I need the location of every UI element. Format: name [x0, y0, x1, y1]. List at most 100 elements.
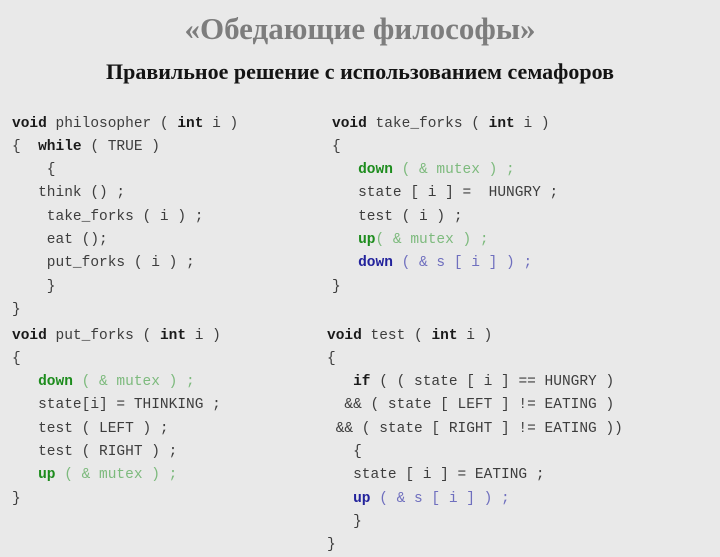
code-token: [332, 232, 358, 248]
code-token: up: [38, 467, 55, 483]
code-token: {: [12, 351, 21, 367]
code-token: take_forks (: [367, 116, 489, 132]
code-line: up ( & mutex ) ;: [12, 464, 221, 487]
code-line: && ( state [ LEFT ] != EATING ): [327, 394, 623, 417]
code-line: }: [327, 511, 623, 534]
code-line: test ( i ) ;: [332, 206, 558, 229]
code-line: up( & mutex ) ;: [332, 229, 558, 252]
code-token: int: [177, 116, 203, 132]
code-token: i ): [186, 328, 221, 344]
code-token: int: [489, 116, 515, 132]
code-token: ( & mutex ) ;: [56, 467, 178, 483]
code-token: test ( i ) ;: [332, 209, 463, 225]
code-line: {: [332, 136, 558, 159]
code-line: }: [12, 276, 238, 299]
code-token: ( & mutex ) ;: [393, 162, 515, 178]
code-token: while: [38, 139, 82, 155]
code-token: void: [332, 116, 367, 132]
code-line: { while ( TRUE ): [12, 136, 238, 159]
code-block-put-forks: void put_forks ( int i ) { down ( & mutex…: [12, 325, 221, 511]
code-line: eat ();: [12, 229, 238, 252]
code-line: state [ i ] = HUNGRY ;: [332, 182, 558, 205]
code-token: eat ();: [12, 232, 108, 248]
code-token: void: [12, 328, 47, 344]
code-line: put_forks ( i ) ;: [12, 252, 238, 275]
code-token: test ( RIGHT ) ;: [12, 444, 177, 460]
code-token: philosopher (: [47, 116, 178, 132]
code-token: ( & mutex ) ;: [73, 374, 195, 390]
code-token: }: [12, 491, 21, 507]
code-token: put_forks ( i ) ;: [12, 255, 195, 271]
code-line: down ( & mutex ) ;: [12, 371, 221, 394]
code-token: }: [327, 514, 362, 530]
code-token: && ( state [ LEFT ] != EATING ): [327, 397, 614, 413]
code-token: down: [358, 162, 393, 178]
code-block-philosopher: void philosopher ( int i ){ while ( TRUE…: [12, 113, 238, 323]
code-line: think () ;: [12, 182, 238, 205]
code-token: int: [160, 328, 186, 344]
code-token: i ): [515, 116, 550, 132]
code-line: void take_forks ( int i ): [332, 113, 558, 136]
code-line: test ( RIGHT ) ;: [12, 441, 221, 464]
code-line: test ( LEFT ) ;: [12, 418, 221, 441]
code-token: ( & s [ i ] ) ;: [393, 255, 532, 271]
code-token: state [ i ] = HUNGRY ;: [332, 185, 558, 201]
code-line: }: [332, 276, 558, 299]
code-line: down ( & s [ i ] ) ;: [332, 252, 558, 275]
code-token: down: [38, 374, 73, 390]
code-line: if ( ( state [ i ] == HUNGRY ): [327, 371, 623, 394]
code-line: up ( & s [ i ] ) ;: [327, 488, 623, 511]
code-line: }: [327, 534, 623, 557]
code-token: i ): [458, 328, 493, 344]
code-line: void philosopher ( int i ): [12, 113, 238, 136]
code-token: up: [358, 232, 375, 248]
code-line: take_forks ( i ) ;: [12, 206, 238, 229]
code-token: think () ;: [12, 185, 125, 201]
code-line: {: [12, 159, 238, 182]
code-line: {: [327, 441, 623, 464]
code-token: up: [353, 491, 370, 507]
code-token: }: [12, 279, 56, 295]
code-token: [327, 374, 353, 390]
code-line: }: [12, 488, 221, 511]
code-token: int: [431, 328, 457, 344]
code-token: state[i] = THINKING ;: [12, 397, 221, 413]
code-token: test (: [362, 328, 432, 344]
code-token: i ): [203, 116, 238, 132]
code-block-test: void test ( int i ) { if ( ( state [ i ] …: [327, 325, 623, 557]
code-token: void: [12, 116, 47, 132]
code-token: test ( LEFT ) ;: [12, 421, 169, 437]
code-token: {: [12, 139, 38, 155]
code-line: && ( state [ RIGHT ] != EATING )): [327, 418, 623, 441]
code-token: [327, 491, 353, 507]
code-token: [12, 467, 38, 483]
code-token: }: [332, 279, 341, 295]
code-token: ( ( state [ i ] == HUNGRY ): [371, 374, 615, 390]
code-token: void: [327, 328, 362, 344]
code-line: }: [12, 299, 238, 322]
code-line: void test ( int i ): [327, 325, 623, 348]
code-line: void put_forks ( int i ): [12, 325, 221, 348]
code-token: [332, 162, 358, 178]
code-token: ( & s [ i ] ) ;: [371, 491, 510, 507]
page-title: «Обедающие философы»: [0, 10, 720, 48]
code-token: {: [327, 444, 362, 460]
code-token: }: [12, 302, 21, 318]
code-line: {: [12, 348, 221, 371]
page-subtitle: Правильное решение с использованием сема…: [0, 58, 720, 86]
code-token: {: [12, 162, 56, 178]
code-token: ( & mutex ) ;: [376, 232, 489, 248]
code-token: [12, 374, 38, 390]
code-token: ( TRUE ): [82, 139, 160, 155]
code-token: {: [332, 139, 341, 155]
slide-root: «Обедающие философы» Правильное решение …: [0, 0, 720, 540]
code-token: take_forks ( i ) ;: [12, 209, 203, 225]
code-line: down ( & mutex ) ;: [332, 159, 558, 182]
code-token: down: [358, 255, 393, 271]
code-token: [332, 255, 358, 271]
code-token: state [ i ] = EATING ;: [327, 467, 545, 483]
code-token: if: [353, 374, 370, 390]
code-token: {: [327, 351, 336, 367]
code-line: state [ i ] = EATING ;: [327, 464, 623, 487]
code-line: state[i] = THINKING ;: [12, 394, 221, 417]
